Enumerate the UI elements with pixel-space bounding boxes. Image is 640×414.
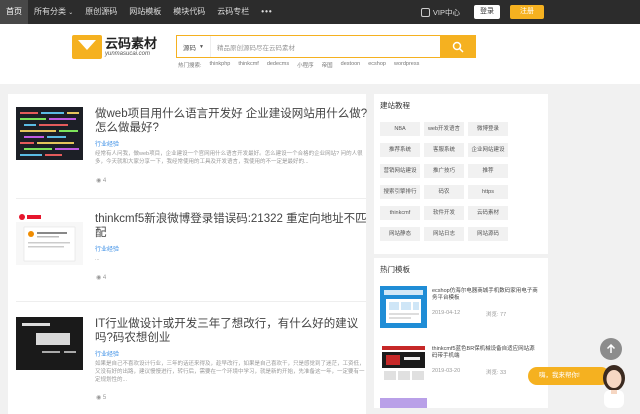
article-excerpt: ...: [95, 256, 100, 262]
search-box: 源码 ▼ 精品原创源码尽在云码素材: [176, 35, 476, 58]
article-title[interactable]: 做web项目用什么语言开发好 企业建设网站用什么做?怎么做最好?: [95, 107, 370, 135]
hot-search-link[interactable]: destoon: [341, 61, 361, 69]
article-list: 做web项目用什么语言开发好 企业建设网站用什么做?怎么做最好? 行业经验 经常…: [8, 94, 367, 414]
template-date: 2019-03-20: [432, 368, 461, 374]
tag-link[interactable]: 微博登录: [468, 122, 508, 136]
chevron-down-icon: ⌄: [68, 10, 74, 16]
tag-link[interactable]: https: [468, 185, 508, 199]
template-thumbnail[interactable]: [380, 344, 427, 386]
tag-link[interactable]: 云码素材: [468, 206, 508, 220]
nav-more-button[interactable]: •••: [255, 0, 278, 24]
hot-search-link[interactable]: wordpress: [394, 61, 419, 69]
nav-item-all-categories[interactable]: 所有分类 ⌄: [28, 0, 79, 24]
site-logo[interactable]: 云码素材 yunmasucai.com: [72, 35, 157, 59]
tag-link[interactable]: 网站源码: [468, 227, 508, 241]
template-date: 2019-04-12: [432, 310, 461, 316]
search-type-label: 源码: [183, 44, 196, 52]
article-category[interactable]: 行业经验: [95, 244, 119, 253]
vip-label: VIP中心: [432, 7, 460, 17]
register-button[interactable]: 注册: [510, 5, 544, 19]
hot-searches: 热门搜索: thinkphp thinkcmf dedecms 小程序 帝国 d…: [178, 61, 427, 69]
template-title[interactable]: ecshop仿海尔电器商城手机数码家用电子商务平台模板: [432, 288, 540, 302]
article-excerpt: 如果是自己不喜欢设计行业，三年的话还来得及，趁早改行，如果是自己喜欢干，只是感觉…: [95, 361, 365, 383]
tag-link[interactable]: thinkcmf: [380, 206, 420, 220]
hot-search-link[interactable]: 帝国: [322, 61, 333, 69]
logo-text: 云码素材 yunmasucai.com: [105, 36, 158, 58]
tag-link[interactable]: 网站日志: [424, 227, 464, 241]
support-avatar[interactable]: [598, 360, 630, 408]
login-button[interactable]: 登录: [474, 5, 500, 19]
tag-link[interactable]: 搜索引擎排行: [380, 185, 420, 199]
template-thumbnail[interactable]: [380, 398, 427, 408]
back-to-top-button[interactable]: [600, 338, 622, 360]
tags-panel: 建站教程 NBA web开发语言 微博登录 推荐系统 客服系统 企业网站建设 营…: [374, 94, 548, 254]
nav-item-module-code[interactable]: 模块代码: [167, 0, 211, 24]
site-header: 云码素材 yunmasucai.com 源码 ▼ 精品原创源码尽在云码素材 热门搜…: [0, 24, 640, 84]
tag-link[interactable]: 营销网站建设: [380, 164, 420, 178]
search-button[interactable]: [440, 35, 475, 58]
hot-search-link[interactable]: thinkphp: [210, 61, 231, 69]
article-views: ◉ 4: [96, 177, 106, 184]
divider: [16, 198, 366, 199]
logo-en: yunmasucai.com: [105, 51, 151, 57]
tag-link[interactable]: 推广技巧: [424, 164, 464, 178]
tag-link[interactable]: 码农: [424, 185, 464, 199]
article-thumbnail[interactable]: [16, 107, 83, 160]
tag-link[interactable]: 推荐系统: [380, 143, 420, 157]
nav-item-label: 所有分类: [34, 7, 66, 16]
nav-item-original-source[interactable]: 原创源码: [79, 0, 123, 24]
search-type-select[interactable]: 源码 ▼: [177, 36, 211, 57]
divider: [16, 301, 366, 302]
article-views: ◉ 4: [96, 274, 106, 281]
article-title[interactable]: thinkcmf5新浪微博登录错误码:21322 重定向地址不匹配: [95, 212, 370, 240]
article-excerpt: 经常有人问我，做web项目，企业建设一个官网用什么语言开发最好。怎么建设一个合格…: [95, 151, 363, 165]
logo-cn: 云码素材: [105, 36, 158, 51]
view-count: 5: [102, 395, 107, 401]
tag-link[interactable]: 软件开发: [424, 206, 464, 220]
tag-link[interactable]: 企业网站建设: [468, 143, 508, 157]
article-thumbnail[interactable]: [16, 212, 83, 265]
tag-link[interactable]: NBA: [380, 122, 420, 136]
nav-item-home[interactable]: 首页: [0, 0, 28, 24]
hot-templates-title: 热门模板: [380, 265, 410, 274]
eye-icon: ◉: [96, 395, 102, 401]
vip-icon: [420, 7, 430, 17]
nav-item-column[interactable]: 云码专栏: [211, 0, 255, 24]
hot-search-link[interactable]: dedecms: [267, 61, 289, 69]
template-title[interactable]: thinkcmf5蓝色BR保机械设备自适应网站源码带手机端: [432, 346, 540, 360]
article-category[interactable]: 行业经验: [95, 139, 119, 148]
template-views: 浏览: 77: [486, 312, 507, 318]
article-thumbnail[interactable]: [16, 317, 83, 370]
tag-link[interactable]: 推荐: [468, 164, 508, 178]
arrow-up-icon: [606, 344, 616, 353]
view-count: 4: [102, 275, 107, 281]
article-title[interactable]: IT行业做设计或开发三年了想改行，有什么好的建议吗?码农想创业: [95, 317, 370, 345]
search-icon: [452, 41, 464, 53]
nav-item-website-templates[interactable]: 网站模板: [123, 0, 167, 24]
eye-icon: ◉: [96, 275, 102, 281]
top-navbar: 首页 所有分类 ⌄ 原创源码 网站模板 模块代码 云码专栏 ••• VIP中心 …: [0, 0, 640, 24]
tag-link[interactable]: 客服系统: [424, 143, 464, 157]
hot-templates-panel: 热门模板 ecshop仿海尔电器商城手机数码家用电子商务平台模板 2019-04…: [374, 258, 548, 408]
eye-icon: ◉: [96, 178, 102, 184]
hot-search-link[interactable]: ecshop: [368, 61, 386, 69]
article-category[interactable]: 行业经验: [95, 349, 119, 358]
vip-center-link[interactable]: VIP中心: [420, 7, 460, 18]
hot-search-link[interactable]: thinkcmf: [238, 61, 258, 69]
tags-panel-title: 建站教程: [380, 101, 410, 110]
article-views: ◉ 5: [96, 394, 106, 401]
tag-link[interactable]: 网站静态: [380, 227, 420, 241]
hot-search-link[interactable]: 小程序: [297, 61, 314, 69]
search-input[interactable]: 精品原创源码尽在云码素材: [211, 42, 440, 52]
hot-searches-label: 热门搜索:: [178, 63, 202, 69]
user-actions: VIP中心 登录 注册: [420, 0, 640, 24]
tag-link[interactable]: web开发语言: [424, 122, 464, 136]
caret-down-icon: ▼: [199, 43, 204, 50]
logo-mark-icon: [72, 35, 102, 59]
template-thumbnail[interactable]: [380, 286, 427, 328]
template-views: 浏览: 33: [486, 370, 507, 376]
main-nav: 首页 所有分类 ⌄ 原创源码 网站模板 模块代码 云码专栏 •••: [0, 0, 279, 24]
view-count: 4: [102, 178, 107, 184]
